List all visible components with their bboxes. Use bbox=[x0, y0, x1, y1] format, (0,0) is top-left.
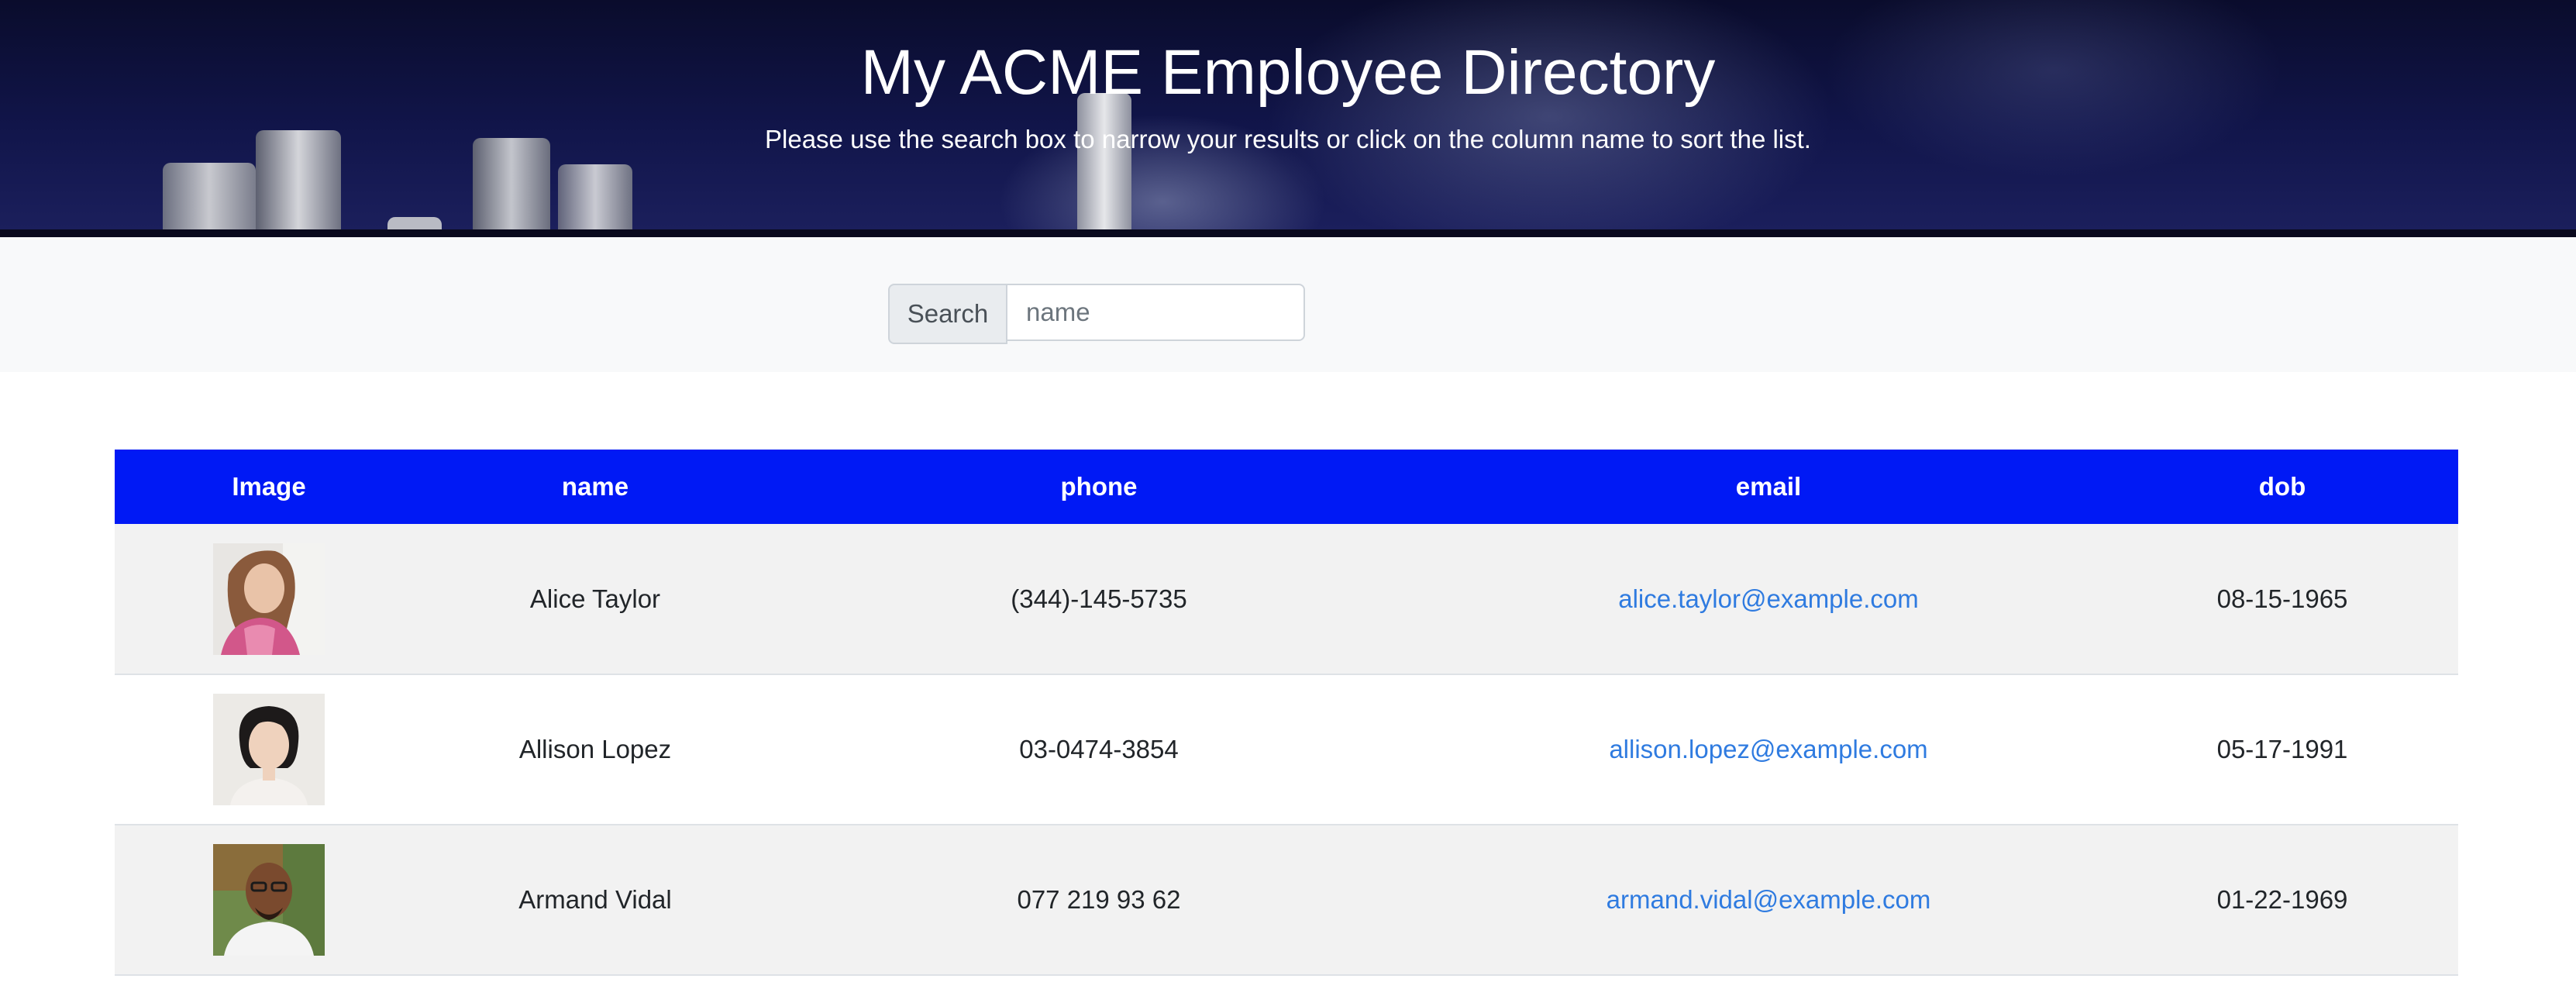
hero-tank-decoration bbox=[558, 164, 632, 229]
email-link[interactable]: allison.lopez@example.com bbox=[1609, 735, 1927, 763]
name-cell: Armand Vidal bbox=[518, 885, 672, 914]
search-input[interactable] bbox=[1007, 284, 1305, 341]
search-label: Search bbox=[888, 284, 1007, 344]
column-header-email[interactable]: email bbox=[1431, 450, 2106, 524]
phone-cell: (344)-145-5735 bbox=[1011, 584, 1187, 613]
search-input-group: Search bbox=[888, 284, 1305, 344]
hero-tank-decoration bbox=[163, 163, 256, 229]
dob-cell: 08-15-1965 bbox=[2216, 584, 2348, 613]
email-link[interactable]: alice.taylor@example.com bbox=[1618, 584, 1918, 613]
table-row: Allison Lopez 03-0474-3854 allison.lopez… bbox=[115, 674, 2458, 825]
email-link[interactable]: armand.vidal@example.com bbox=[1607, 885, 1931, 914]
man-portrait-glasses-icon bbox=[213, 844, 325, 956]
image-cell bbox=[115, 524, 423, 674]
avatar bbox=[213, 844, 325, 956]
email-cell: allison.lopez@example.com bbox=[1431, 674, 2106, 825]
employee-table-container: Image name phone email dob Alice Taylor … bbox=[115, 450, 2458, 976]
hero-banner: My ACME Employee Directory Please use th… bbox=[0, 0, 2576, 229]
column-header-dob[interactable]: dob bbox=[2106, 450, 2458, 524]
phone-cell: 03-0474-3854 bbox=[1019, 735, 1179, 763]
email-cell: alice.taylor@example.com bbox=[1431, 524, 2106, 674]
woman-portrait-pink-jacket-icon bbox=[213, 543, 325, 655]
column-header-image[interactable]: Image bbox=[115, 450, 423, 524]
dob-cell: 05-17-1991 bbox=[2216, 735, 2348, 763]
table-header-row: Image name phone email dob bbox=[115, 450, 2458, 524]
hero-divider bbox=[0, 229, 2576, 237]
column-header-phone[interactable]: phone bbox=[767, 450, 1431, 524]
woman-portrait-short-hair-icon bbox=[213, 694, 325, 805]
phone-cell: 077 219 93 62 bbox=[1017, 885, 1181, 914]
column-header-name[interactable]: name bbox=[423, 450, 767, 524]
avatar bbox=[213, 543, 325, 655]
hero-tank-decoration bbox=[1077, 93, 1131, 229]
search-section: Search bbox=[0, 237, 2576, 372]
name-cell: Alice Taylor bbox=[529, 584, 661, 613]
avatar bbox=[213, 694, 325, 805]
image-cell bbox=[115, 825, 423, 975]
employee-table: Image name phone email dob Alice Taylor … bbox=[115, 450, 2458, 976]
table-row: Alice Taylor (344)-145-5735 alice.taylor… bbox=[115, 524, 2458, 674]
image-cell bbox=[115, 674, 423, 825]
hero-tank-decoration bbox=[387, 217, 442, 229]
page-title: My ACME Employee Directory bbox=[860, 37, 1716, 108]
email-cell: armand.vidal@example.com bbox=[1431, 825, 2106, 975]
dob-cell: 01-22-1969 bbox=[2216, 885, 2348, 914]
table-row: Armand Vidal 077 219 93 62 armand.vidal@… bbox=[115, 825, 2458, 975]
name-cell: Allison Lopez bbox=[518, 735, 672, 763]
page-subtitle: Please use the search box to narrow your… bbox=[765, 125, 1811, 153]
